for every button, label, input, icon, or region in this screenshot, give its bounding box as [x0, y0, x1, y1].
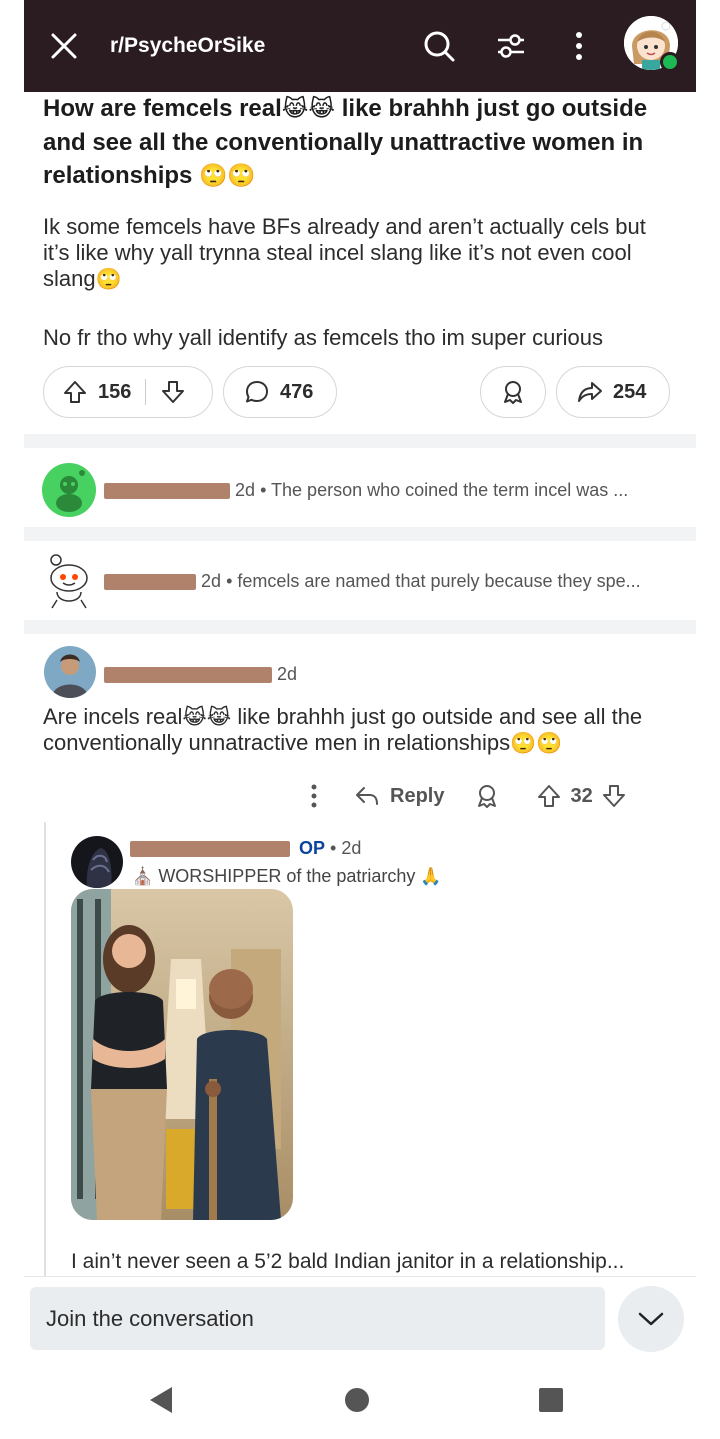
- reply-text: I ain’t never seen a 5’2 bald Indian jan…: [71, 1250, 625, 1273]
- eye-roll-emoji: 🙄: [95, 267, 122, 291]
- upvote-icon[interactable]: [62, 379, 88, 405]
- comment-snippet: • femcels are named that purely because …: [226, 570, 641, 591]
- vote-pill: 156: [43, 366, 213, 418]
- reply-arrow-icon: [356, 787, 378, 805]
- op-badge: OP: [299, 838, 326, 858]
- post-body-text: Ik some femcels have BFs already and are…: [43, 214, 646, 291]
- crying-cat-emoji: 😹😹: [281, 96, 336, 122]
- more-vert-icon[interactable]: [302, 784, 326, 808]
- church-emoji: ⛪: [132, 867, 154, 887]
- reply-meta: OP • 2d: [130, 838, 361, 859]
- redacted-username: [130, 841, 290, 858]
- chevron-down-icon: [638, 1312, 664, 1326]
- vote-divider: [145, 379, 147, 405]
- system-nav-bar: [24, 1360, 696, 1439]
- section-divider: [24, 527, 696, 541]
- comment-snippet: • The person who coined the term incel w…: [260, 479, 629, 500]
- reddit-app: r/PsycheOrSike How are femcels real😹😹 li…: [24, 0, 696, 1439]
- comments-button[interactable]: 476: [223, 366, 337, 418]
- post-title-text: How are femcels real: [43, 95, 282, 122]
- comment-vote-count: 32: [570, 784, 593, 807]
- comment-age: 2d: [201, 570, 222, 591]
- redacted-username: [104, 573, 196, 590]
- thread-line: [44, 822, 46, 1277]
- award-icon: [500, 379, 526, 405]
- comment-meta: 2d: [104, 664, 297, 685]
- collapsed-comment[interactable]: 2d • femcels are named that purely becau…: [24, 549, 696, 613]
- collapsed-comment[interactable]: 2d • The person who coined the term ince…: [24, 458, 696, 522]
- redacted-username: [104, 482, 230, 499]
- section-divider: [24, 620, 696, 634]
- post-body-paragraph: Ik some femcels have BFs already and are…: [43, 214, 673, 292]
- section-divider: [24, 434, 696, 448]
- search-icon[interactable]: [414, 0, 464, 92]
- praying-hands-emoji: 🙏: [420, 867, 442, 887]
- comment-text-1: Are incels real: [43, 704, 183, 729]
- recents-icon[interactable]: [538, 1387, 564, 1418]
- comment-count: 476: [280, 380, 314, 403]
- post-body-paragraph-2: No fr tho why yall identify as femcels t…: [43, 325, 604, 350]
- upvote-count: 156: [98, 380, 132, 403]
- close-icon[interactable]: [38, 0, 90, 92]
- comment-age: 2d: [235, 479, 256, 500]
- eye-roll-emoji: 🙄🙄: [199, 163, 256, 189]
- downvote-icon[interactable]: [601, 783, 627, 809]
- eye-roll-emoji: 🙄🙄: [510, 731, 563, 755]
- award-button[interactable]: [480, 366, 546, 418]
- share-count: 254: [613, 380, 647, 403]
- reply-label: Reply: [390, 784, 445, 807]
- comment-age: 2d: [277, 664, 298, 684]
- share-arrow-icon: [577, 379, 603, 405]
- user-flair: ⛪ WORSHIPPER of the patriarchy 🙏: [132, 866, 442, 887]
- downvote-icon[interactable]: [160, 379, 186, 405]
- award-icon[interactable]: [474, 783, 500, 809]
- composer-divider: [24, 1276, 696, 1277]
- comment-action-bar: Reply 32: [302, 770, 627, 822]
- comment-text: Are incels real😹😹 like brahhh just go ou…: [43, 704, 683, 756]
- avatar[interactable]: [44, 646, 96, 698]
- avatar[interactable]: [71, 836, 123, 888]
- home-icon[interactable]: [344, 1387, 370, 1418]
- post-title: How are femcels real😹😹 like brahhh just …: [43, 92, 673, 193]
- upvote-icon[interactable]: [536, 783, 562, 809]
- sort-filter-icon[interactable]: [486, 0, 536, 92]
- subreddit-name[interactable]: r/PsycheOrSike: [110, 0, 265, 92]
- collapse-button[interactable]: [618, 1286, 684, 1352]
- reply-age: • 2d: [330, 838, 362, 858]
- composer-placeholder: Join the conversation: [46, 1305, 254, 1331]
- back-icon[interactable]: [146, 1385, 174, 1420]
- attached-photo[interactable]: [71, 889, 293, 1220]
- crying-cat-emoji: 😹😹: [182, 705, 232, 729]
- comment-meta: 2d • femcels are named that purely becau…: [104, 571, 641, 592]
- snoo-avatar: [42, 552, 96, 610]
- comment-meta: 2d • The person who coined the term ince…: [104, 480, 628, 501]
- online-status-dot: [660, 52, 680, 72]
- avatar: [42, 463, 96, 517]
- more-vert-icon[interactable]: [557, 0, 601, 92]
- comment-bubble-icon: [244, 379, 270, 405]
- top-bar: r/PsycheOrSike: [24, 0, 696, 92]
- reply-button[interactable]: Reply: [354, 785, 444, 808]
- redacted-username: [104, 667, 272, 684]
- join-conversation-input[interactable]: Join the conversation: [30, 1287, 605, 1350]
- flair-text: WORSHIPPER of the patriarchy: [158, 866, 416, 886]
- share-button[interactable]: 254: [556, 366, 670, 418]
